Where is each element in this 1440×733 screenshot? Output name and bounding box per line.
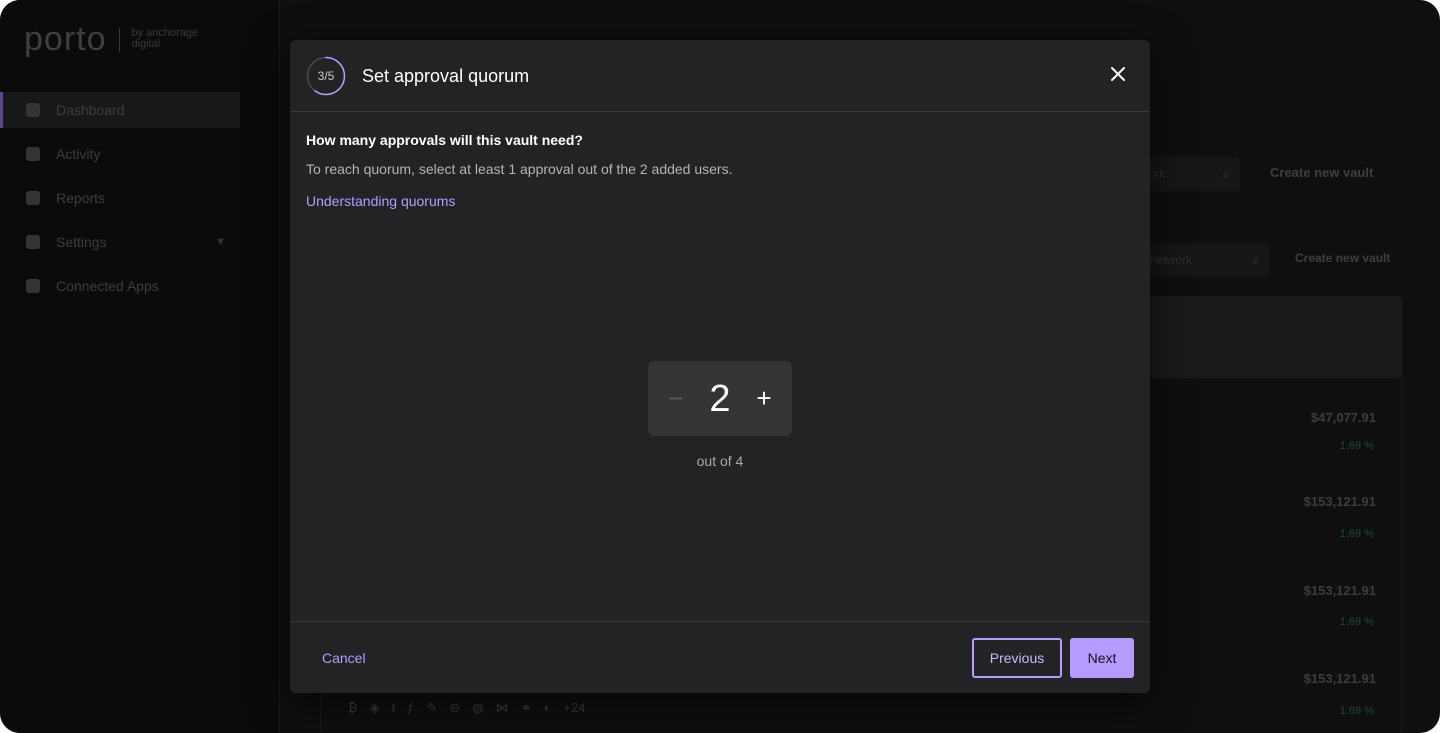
home-icon <box>26 103 40 117</box>
vault-balance: $47,077.91 <box>1310 410 1376 425</box>
logo-subtitle: by anchorage digital <box>131 27 199 50</box>
modal-title: Set approval quorum <box>362 66 530 86</box>
vault-balance: $153,121.91 <box>1303 671 1376 686</box>
vault-change: 1.69 % <box>1339 440 1374 452</box>
sidebar: porto by anchorage digital Dashboard Act… <box>0 0 280 733</box>
quorum-value: 2 <box>709 378 731 420</box>
sidebar-item-label: Connected Apps <box>56 278 159 294</box>
cancel-button[interactable]: Cancel <box>314 638 374 678</box>
coin-icon: ◐ <box>543 700 552 715</box>
coin-icon: ⚭ <box>520 700 532 715</box>
app-frame: porto by anchorage digital Dashboard Act… <box>0 0 1440 733</box>
close-icon <box>1111 67 1125 81</box>
logo-wordmark: porto <box>24 20 107 58</box>
list-icon <box>26 147 40 161</box>
close-button[interactable] <box>1104 60 1132 88</box>
chainlink-icon: ◈ <box>369 700 380 715</box>
report-icon <box>26 191 40 205</box>
sidebar-item-dashboard[interactable]: Dashboard <box>0 92 240 128</box>
quorum-question: How many approvals will this vault need? <box>306 132 583 148</box>
coin-icon: ƒ <box>407 700 415 715</box>
coin-icon: ◍ <box>472 700 484 715</box>
sidebar-item-label: Settings <box>56 234 107 250</box>
coin-icon: ⊖ <box>449 700 461 715</box>
create-vault-button[interactable]: Create new vault <box>1270 165 1373 180</box>
coin-icon: ŧ <box>391 700 396 715</box>
porto-logo: porto by anchorage digital <box>24 22 222 56</box>
modal-footer: Cancel Previous Next <box>290 621 1150 693</box>
sidebar-item-settings[interactable]: Settings ▼ <box>0 224 240 260</box>
vault-balance: $153,121.91 <box>1303 583 1376 598</box>
create-vault-button-2[interactable]: Create new vault <box>1295 251 1390 265</box>
decrement-button[interactable]: − <box>660 379 692 419</box>
search-icon: ⌕ <box>1222 166 1230 182</box>
bitcoin-icon: ₿ <box>348 700 358 715</box>
search-placeholder: network <box>1150 253 1193 267</box>
step-progress-ring: 3/5 <box>306 56 346 96</box>
sidebar-item-connected-apps[interactable]: Connected Apps <box>0 268 240 304</box>
quorum-description: To reach quorum, select at least 1 appro… <box>306 161 733 177</box>
step-indicator: 3/5 <box>317 69 335 83</box>
coin-icon: ⋈ <box>495 700 509 715</box>
vault-header-panel <box>1130 296 1402 378</box>
vault-change: 1.69 % <box>1339 705 1374 717</box>
increment-button[interactable]: + <box>748 379 780 419</box>
sidebar-item-reports[interactable]: Reports <box>0 180 240 216</box>
sidebar-nav: Dashboard Activity Reports Settings ▼ Co… <box>0 92 240 312</box>
vault-balance: $153,121.91 <box>1303 494 1376 509</box>
logo-divider <box>118 28 120 52</box>
coin-icons-row: ₿ ◈ ŧ ƒ ✎ ⊖ ◍ ⋈ ⚭ ◐ +24 <box>348 700 585 716</box>
understanding-quorums-link[interactable]: Understanding quorums <box>306 193 455 209</box>
sidebar-item-label: Reports <box>56 190 106 206</box>
quorum-stepper: − 2 + <box>648 361 792 436</box>
modal-header: 3/5 Set approval quorum <box>290 40 1150 112</box>
chevron-down-icon: ▼ <box>215 236 226 248</box>
coin-icon: ✎ <box>426 700 438 715</box>
sidebar-item-label: Dashboard <box>56 102 125 118</box>
quorum-total: out of 4 <box>696 453 744 469</box>
approval-quorum-modal: 3/5 Set approval quorum How many approva… <box>290 40 1150 693</box>
puzzle-icon <box>26 279 40 293</box>
gear-icon <box>26 235 40 249</box>
network-search-input-2[interactable]: network ⌕ <box>1140 243 1270 277</box>
vault-change: 1.69 % <box>1339 528 1374 540</box>
search-icon: ⌕ <box>1252 252 1260 268</box>
more-coins-count: +24 <box>563 700 586 715</box>
previous-button[interactable]: Previous <box>972 638 1062 678</box>
sidebar-item-label: Activity <box>56 146 101 162</box>
next-button[interactable]: Next <box>1070 638 1134 678</box>
vault-change: 1.69 % <box>1339 616 1374 628</box>
sidebar-item-activity[interactable]: Activity <box>0 136 240 172</box>
